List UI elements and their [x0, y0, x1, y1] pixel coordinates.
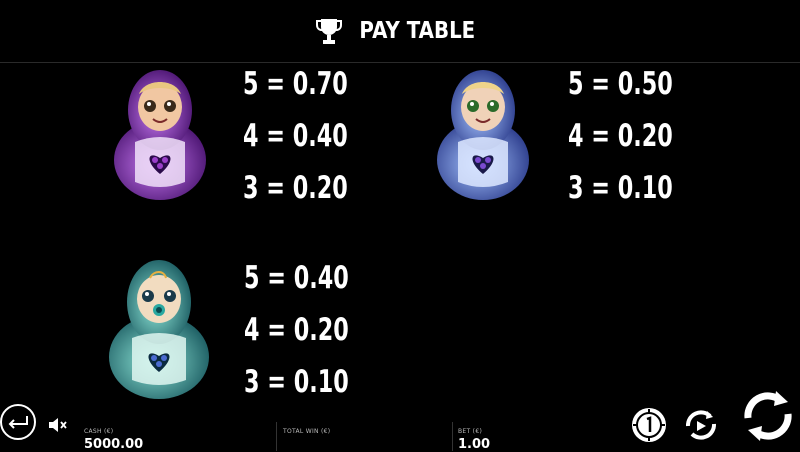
bet-value: 1.00: [458, 437, 491, 452]
purple-doll-payouts: 5 = 0.70 4 = 0.40 3 = 0.20: [243, 58, 374, 214]
payout-five: 5 = 0.70: [243, 66, 348, 102]
coin-value-button[interactable]: [630, 406, 668, 448]
payout-five: 5 = 0.50: [568, 66, 673, 102]
payout-four: 4 = 0.20: [568, 118, 673, 154]
payout-four: 4 = 0.20: [244, 312, 349, 348]
total-win-label: TOTAL WIN (€): [283, 428, 331, 435]
header: PAY TABLE: [0, 0, 800, 62]
spin-button[interactable]: [740, 388, 796, 448]
footer-divider: [276, 422, 277, 451]
purple-doll-symbol: [105, 62, 215, 206]
back-button[interactable]: [0, 402, 40, 446]
spin-icon: [744, 391, 792, 441]
cash-value: 5000.00: [84, 437, 144, 452]
payout-five: 5 = 0.40: [244, 260, 349, 296]
teal-doll-symbol: [104, 252, 214, 406]
trophy-icon: [315, 17, 342, 45]
back-arrow-icon: [0, 404, 36, 440]
teal-doll-payouts: 5 = 0.40 4 = 0.20 3 = 0.10: [244, 252, 375, 408]
page-title: PAY TABLE: [359, 18, 475, 44]
blue-doll-symbol: [428, 62, 538, 206]
blue-doll-payouts: 5 = 0.50 4 = 0.20 3 = 0.10: [568, 58, 699, 214]
footer-divider: [452, 422, 453, 451]
autoplay-button[interactable]: [682, 406, 720, 448]
autoplay-icon: [686, 410, 716, 440]
coin-icon: [632, 408, 666, 442]
payout-four: 4 = 0.40: [243, 118, 348, 154]
sound-toggle[interactable]: [48, 416, 68, 438]
cash-label: CASH (€): [84, 428, 114, 435]
sound-mute-icon: [49, 418, 67, 432]
bet-label: BET (€): [458, 428, 483, 435]
payout-three: 3 = 0.20: [243, 170, 348, 206]
payout-three: 3 = 0.10: [568, 170, 673, 206]
